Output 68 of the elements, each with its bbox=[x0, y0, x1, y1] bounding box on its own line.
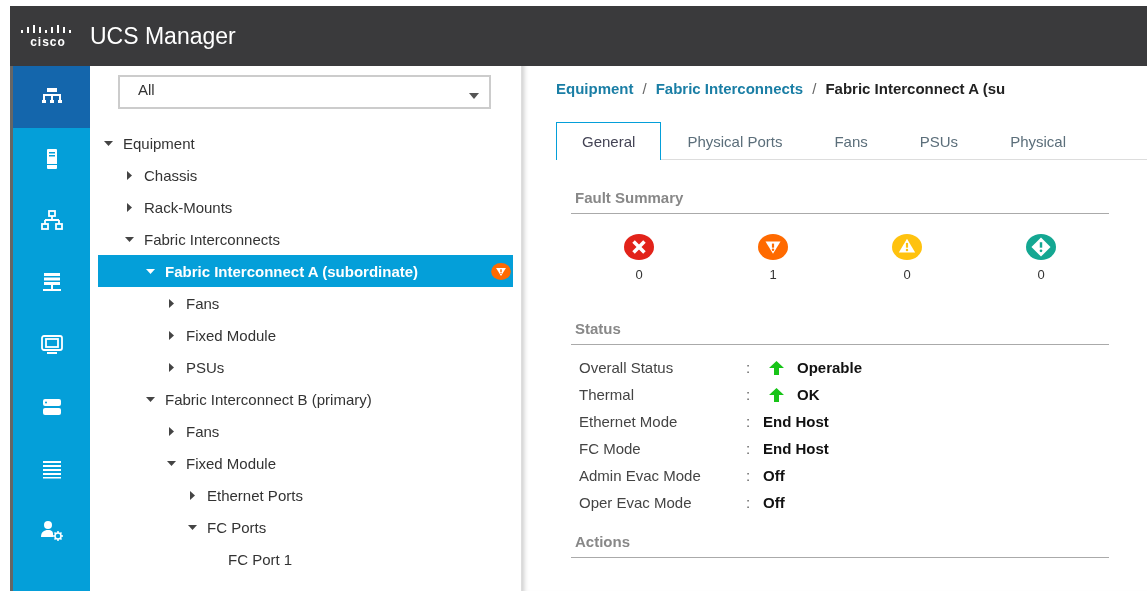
colon-separator: : bbox=[746, 440, 752, 457]
tree-item[interactable]: FC Port 1 bbox=[98, 543, 513, 575]
tree-item[interactable]: Equipment bbox=[98, 127, 513, 159]
status-value: Off bbox=[763, 467, 785, 484]
tab[interactable]: Physical bbox=[984, 122, 1092, 159]
caret-down-icon bbox=[469, 93, 479, 99]
tree-item[interactable]: PSUs bbox=[98, 351, 513, 383]
breadcrumb-link[interactable]: Fabric Interconnects bbox=[655, 80, 804, 97]
status-label: FC Mode bbox=[579, 440, 642, 457]
brand-logo: cisco bbox=[30, 35, 66, 48]
breadcrumb-separator: / bbox=[812, 80, 817, 97]
status-label: Thermal bbox=[579, 386, 635, 403]
app-title: UCS Manager bbox=[90, 22, 236, 50]
tree-item[interactable]: Fabric Interconnect B (primary) bbox=[98, 383, 513, 415]
tree-item[interactable]: Fabric Interconnects bbox=[98, 223, 513, 255]
caret-right-icon[interactable] bbox=[167, 298, 176, 308]
breadcrumb-current: Fabric Interconnect A (su bbox=[825, 80, 1006, 97]
status-value: OK bbox=[797, 386, 820, 403]
tree-item[interactable]: Fixed Module bbox=[98, 319, 513, 351]
section-heading: Status bbox=[571, 320, 1109, 345]
status-value: Operable bbox=[797, 359, 863, 376]
status-label: Ethernet Mode bbox=[579, 413, 679, 430]
caret-down-icon[interactable] bbox=[146, 394, 155, 404]
status-label: Oper Evac Mode bbox=[579, 494, 693, 511]
tree-item[interactable]: Ethernet Ports bbox=[98, 479, 513, 511]
colon-separator: : bbox=[746, 494, 752, 511]
status-value: Off bbox=[763, 494, 785, 511]
monitor-icon bbox=[39, 333, 64, 357]
breadcrumb-separator: / bbox=[642, 80, 647, 97]
fault-count: 0 bbox=[903, 267, 911, 282]
caret-right-icon[interactable] bbox=[125, 202, 134, 212]
tree-item[interactable]: Fixed Module bbox=[98, 447, 513, 479]
status-label: Admin Evac Mode bbox=[579, 467, 702, 484]
section-heading: Actions bbox=[571, 533, 1109, 558]
caret-right-icon[interactable] bbox=[167, 330, 176, 340]
tree-item[interactable]: Fans bbox=[98, 287, 513, 319]
status-value: End Host bbox=[763, 413, 829, 430]
fault-count: 0 bbox=[635, 267, 643, 282]
section-heading: Fault Summary bbox=[571, 189, 1109, 214]
colon-separator: : bbox=[746, 386, 752, 403]
nav-tab[interactable] bbox=[13, 66, 90, 128]
user-gear-icon bbox=[39, 519, 64, 543]
colon-separator: : bbox=[746, 413, 752, 430]
breadcrumb-link[interactable]: Equipment bbox=[556, 80, 634, 97]
fault-count: 1 bbox=[769, 267, 777, 282]
status-label: Overall Status bbox=[579, 359, 675, 376]
colon-separator: : bbox=[746, 467, 752, 484]
tab[interactable]: Physical Ports bbox=[661, 122, 809, 159]
fault-count: 0 bbox=[1037, 267, 1045, 282]
tab[interactable]: PSUs bbox=[893, 122, 985, 159]
caret-right-icon[interactable] bbox=[167, 426, 176, 436]
status-value: End Host bbox=[763, 440, 829, 457]
caret-down-icon[interactable] bbox=[188, 522, 197, 532]
tree-item[interactable]: FC Ports bbox=[98, 511, 513, 543]
tree-item[interactable]: Rack-Mounts bbox=[98, 191, 513, 223]
tree-item[interactable]: Chassis bbox=[98, 159, 513, 191]
tab[interactable]: Fans bbox=[808, 122, 894, 159]
caret-right-icon[interactable] bbox=[188, 490, 197, 500]
caret-right-icon[interactable] bbox=[125, 170, 134, 180]
filter-dropdown[interactable]: All bbox=[118, 75, 491, 109]
tree-item[interactable]: Fans bbox=[98, 415, 513, 447]
network-icon bbox=[39, 209, 64, 233]
caret-down-icon[interactable] bbox=[167, 458, 176, 468]
tab[interactable]: General bbox=[556, 122, 662, 160]
caret-down-icon[interactable] bbox=[125, 234, 134, 244]
colon-separator: : bbox=[746, 359, 752, 376]
caret-right-icon[interactable] bbox=[167, 362, 176, 372]
caret-down-icon[interactable] bbox=[104, 138, 113, 148]
